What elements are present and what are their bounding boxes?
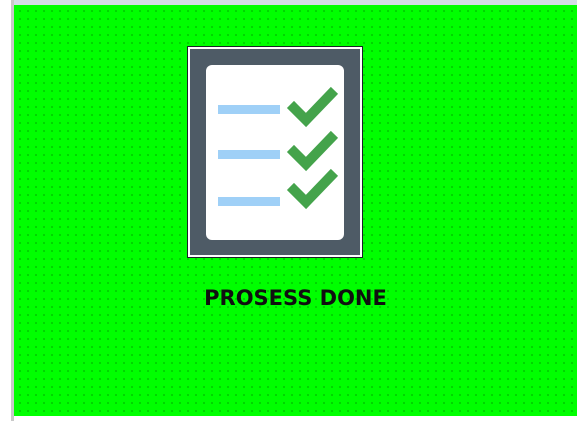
window-bottom-border — [14, 416, 577, 421]
status-window: PROSESS DONE — [0, 0, 577, 421]
checklist-icon — [188, 47, 362, 257]
process-status-label: PROSESS DONE — [204, 286, 387, 310]
